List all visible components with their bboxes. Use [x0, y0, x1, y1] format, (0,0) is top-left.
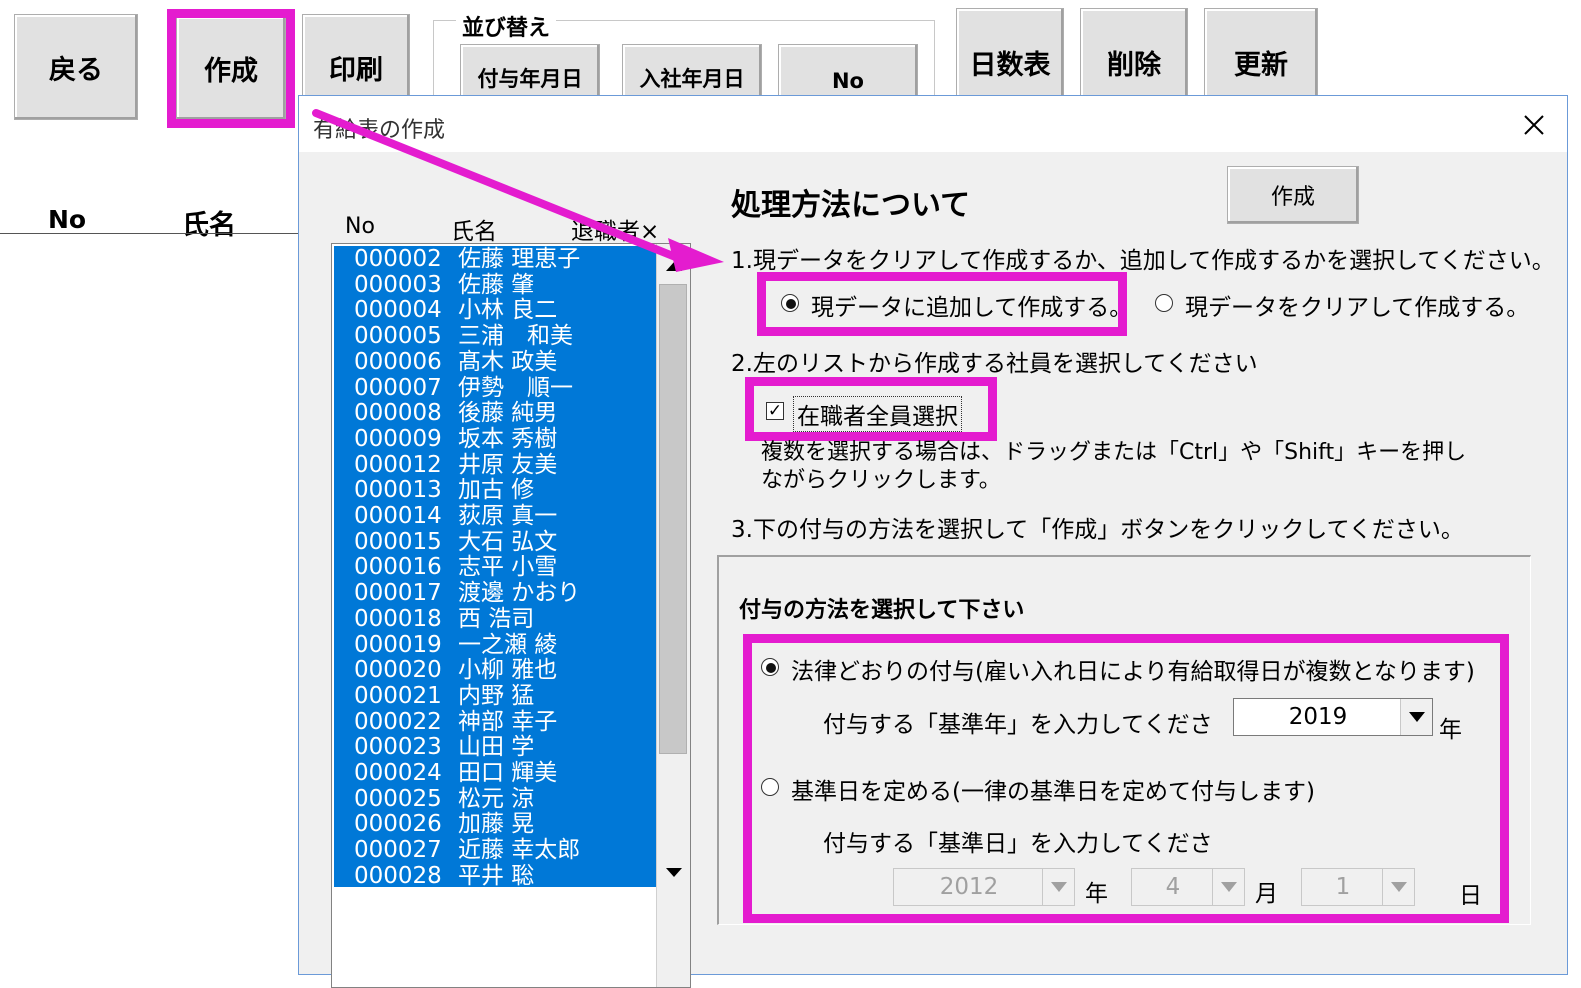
annotation-arrow-icon — [312, 109, 724, 272]
